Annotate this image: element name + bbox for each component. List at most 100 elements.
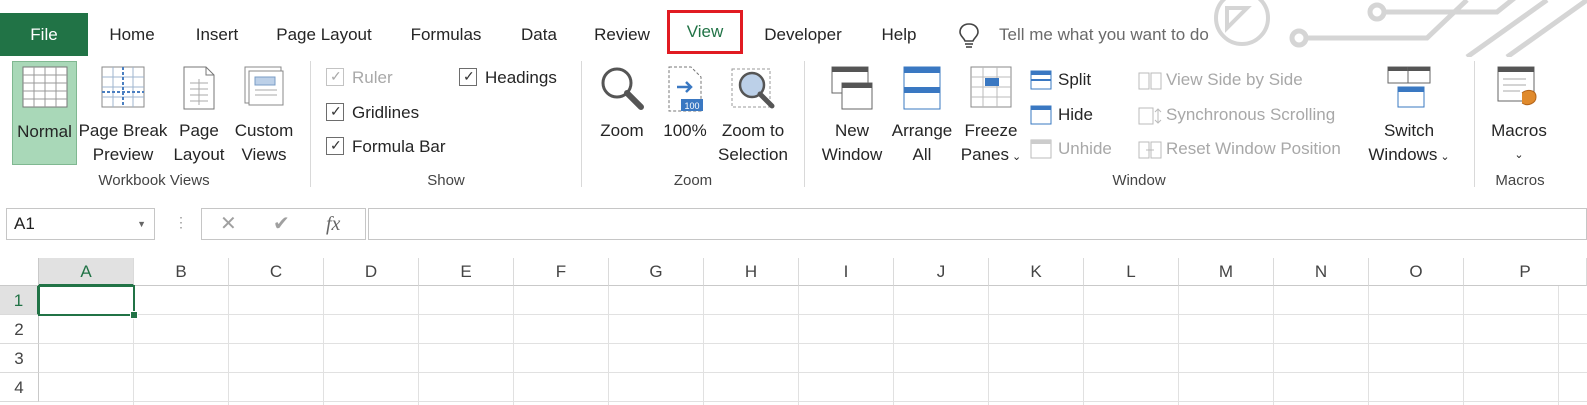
gridline [798, 286, 799, 405]
synchronous-scrolling-button[interactable]: Synchronous Scrolling [1138, 100, 1335, 130]
arrange-all-button[interactable]: Arrange All [888, 61, 956, 165]
row-header-1[interactable]: 1 [0, 286, 39, 315]
column-header-c[interactable]: C [229, 258, 324, 286]
new-window-button[interactable]: New Window [816, 61, 888, 165]
reset-window-position-button[interactable]: Reset Window Position [1138, 134, 1341, 164]
tab-help[interactable]: Help [867, 13, 931, 56]
group-label-zoom: Zoom [673, 172, 713, 189]
macros-button[interactable]: Macros ⌄ [1484, 61, 1554, 165]
macros-icon [1497, 66, 1537, 106]
tab-view[interactable]: View [667, 10, 743, 54]
group-label-window: Window [1112, 172, 1166, 189]
column-header-d[interactable]: D [324, 258, 419, 286]
headings-checkbox[interactable]: ✓ Headings [459, 64, 557, 92]
column-header-f[interactable]: F [514, 258, 609, 286]
tab-formulas[interactable]: Formulas [398, 13, 494, 56]
group-label-macros: Macros [1495, 172, 1545, 189]
checkmark-icon: ✓ [330, 103, 342, 119]
gridline [39, 372, 1587, 373]
gridline [1463, 286, 1464, 405]
custom-views-button[interactable]: Custom Views [230, 61, 298, 165]
column-header-k[interactable]: K [989, 258, 1084, 286]
zoom-button[interactable]: Zoom [592, 61, 652, 165]
page-layout-view-icon [183, 66, 215, 110]
fill-handle[interactable] [130, 311, 138, 319]
zoom-100-badge: 100 [684, 101, 699, 111]
tab-file[interactable]: File [0, 13, 88, 56]
group-separator [581, 61, 582, 187]
column-header-l[interactable]: L [1084, 258, 1179, 286]
gridline [703, 286, 704, 405]
gridline [608, 286, 609, 405]
column-header-o[interactable]: O [1369, 258, 1464, 286]
hide-window-button[interactable]: Hide [1030, 100, 1093, 130]
chevron-down-icon: ⌄ [1514, 149, 1524, 161]
row-header-4[interactable]: 4 [0, 373, 39, 402]
active-cell-a1[interactable] [38, 285, 135, 316]
gridline [893, 286, 894, 405]
gridline [1273, 286, 1274, 405]
gridline [1558, 286, 1559, 405]
name-box[interactable]: A1 ▼ [6, 208, 155, 240]
tab-home[interactable]: Home [95, 13, 169, 56]
insert-function-icon[interactable]: fx [326, 209, 340, 239]
normal-view-button[interactable]: Normal [12, 61, 77, 165]
tab-review[interactable]: Review [584, 13, 660, 56]
ribbon-view: Normal Page Break Preview Page Layout Cust… [0, 57, 1587, 195]
group-separator [804, 61, 805, 187]
normal-view-icon [22, 66, 67, 108]
zoom-100-button[interactable]: 100 100% [656, 61, 714, 165]
tab-page-layout[interactable]: Page Layout [266, 13, 382, 56]
column-header-h[interactable]: H [704, 258, 799, 286]
column-header-a[interactable]: A [39, 258, 134, 286]
formula-bar-checkbox[interactable]: ✓ Formula Bar [326, 133, 446, 161]
column-header-p[interactable]: P [1464, 258, 1587, 286]
group-label-show: Show [427, 172, 465, 189]
circuit-decoration-icon [1214, 0, 1587, 57]
page-break-preview-button[interactable]: Page Break Preview [78, 61, 168, 165]
normal-view-label: Normal [17, 122, 72, 141]
switch-windows-button[interactable]: Switch Windows ⌄ [1364, 61, 1454, 165]
switch-windows-icon [1387, 66, 1431, 108]
tab-insert[interactable]: Insert [183, 13, 251, 56]
unhide-window-button[interactable]: Unhide [1030, 134, 1112, 164]
column-header-j[interactable]: J [894, 258, 989, 286]
view-side-by-side-button[interactable]: View Side by Side [1138, 65, 1303, 95]
reset-position-icon [1138, 141, 1162, 159]
zoom-to-selection-button[interactable]: Zoom to Selection [716, 61, 790, 165]
enter-icon[interactable]: ✔ [273, 209, 290, 239]
page-layout-view-button[interactable]: Page Layout [170, 61, 228, 165]
worksheet-grid[interactable]: ABCDEFGHIJKLMNOP 1234 [0, 258, 1587, 405]
custom-views-icon [244, 66, 284, 106]
select-all-corner[interactable] [0, 258, 39, 286]
gridline [513, 286, 514, 405]
column-header-e[interactable]: E [419, 258, 514, 286]
freeze-panes-button[interactable]: Freeze Panes ⌄ [958, 61, 1024, 165]
cancel-icon[interactable]: ✕ [220, 209, 237, 239]
new-window-icon [831, 66, 873, 110]
formula-input[interactable] [368, 208, 1587, 240]
ruler-checkbox[interactable]: ✓ Ruler [326, 64, 393, 92]
magnifier-icon [601, 67, 644, 110]
tab-data[interactable]: Data [508, 13, 570, 56]
row-header-2[interactable]: 2 [0, 315, 39, 344]
group-separator [1474, 61, 1475, 187]
row-header-3[interactable]: 3 [0, 344, 39, 373]
page-break-preview-icon [101, 66, 145, 108]
zoom-100-icon: 100 [668, 66, 703, 112]
gridline [228, 286, 229, 405]
chevron-down-icon: ⌄ [1008, 151, 1022, 163]
gridline [39, 314, 1587, 315]
gridline [1083, 286, 1084, 405]
grip-icon: ⋮ [174, 214, 188, 230]
column-header-i[interactable]: I [799, 258, 894, 286]
split-button[interactable]: Split [1030, 65, 1091, 95]
column-header-n[interactable]: N [1274, 258, 1369, 286]
tab-developer[interactable]: Developer [752, 13, 854, 56]
column-header-b[interactable]: B [134, 258, 229, 286]
column-header-m[interactable]: M [1179, 258, 1274, 286]
gridlines-checkbox[interactable]: ✓ Gridlines [326, 99, 419, 127]
checkmark-icon: ✓ [330, 68, 342, 84]
column-header-g[interactable]: G [609, 258, 704, 286]
gridline [39, 401, 1587, 402]
